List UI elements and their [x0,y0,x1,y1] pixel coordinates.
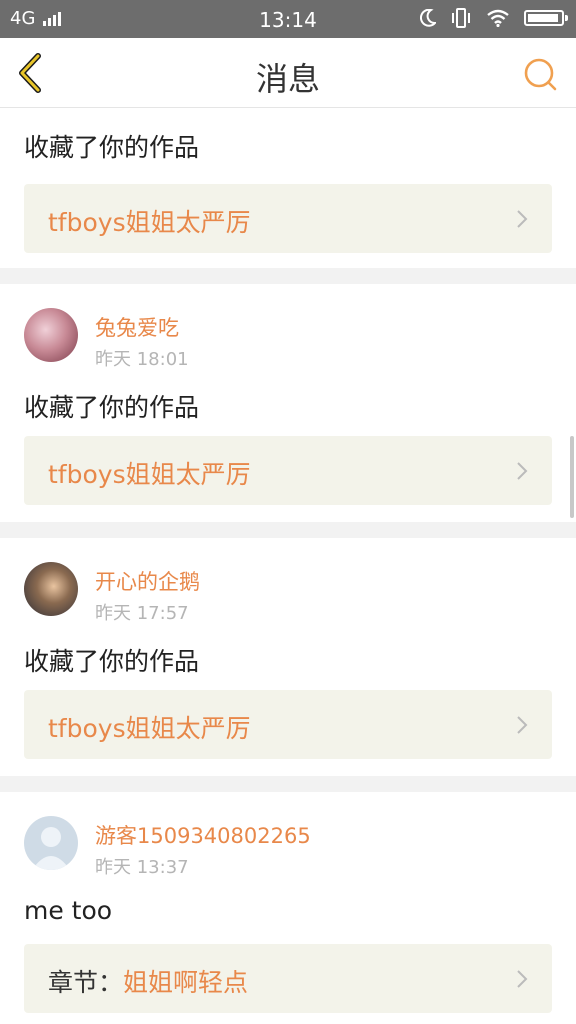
work-link[interactable]: tfboys姐姐太严厉 [24,690,552,759]
chevron-right-icon [517,716,528,734]
wifi-icon [487,9,509,27]
chevron-right-icon [517,970,528,988]
message-action: 收藏了你的作品 [24,647,200,676]
search-icon[interactable] [522,56,558,92]
message-action: 收藏了你的作品 [24,133,200,162]
work-link[interactable]: tfboys姐姐太严厉 [24,436,552,505]
work-title: tfboys姐姐太严厉 [48,208,251,237]
nav-bar: 消息 [0,38,576,108]
vibrate-icon [452,8,470,28]
user-name[interactable]: 游客1509340802265 [95,820,311,850]
work-title: tfboys姐姐太严厉 [48,714,251,743]
chevron-right-icon [517,462,528,480]
status-bar: 4G 13:14 [0,0,576,38]
message-card: 游客1509340802265 昨天 13:37 me too 章节：姐姐啊轻点 [0,792,576,1024]
chapter-link[interactable]: 章节：姐姐啊轻点 [24,944,552,1013]
message-card: 收藏了你的作品 tfboys姐姐太严厉 [0,108,576,268]
scrollbar[interactable] [570,436,574,518]
page-title: 消息 [255,60,320,98]
avatar[interactable] [24,308,78,362]
moon-icon [420,9,436,27]
message-time: 昨天 13:37 [95,857,189,878]
user-name[interactable]: 兔兔爱吃 [95,312,179,342]
message-action: me too [24,896,113,925]
default-avatar-icon [32,827,70,870]
message-card: 开心的企鹅 昨天 17:57 收藏了你的作品 tfboys姐姐太严厉 [0,538,576,776]
message-list[interactable]: 收藏了你的作品 tfboys姐姐太严厉 兔兔爱吃 昨天 18:01 收藏了你的作… [0,108,576,1024]
chapter-label: 章节： [48,968,124,997]
message-action: 收藏了你的作品 [24,393,200,422]
user-name[interactable]: 开心的企鹅 [95,566,200,596]
chapter-title: 姐姐啊轻点 [123,968,249,997]
avatar[interactable] [24,562,78,616]
message-card: 兔兔爱吃 昨天 18:01 收藏了你的作品 tfboys姐姐太严厉 [0,284,576,522]
message-time: 昨天 17:57 [95,603,189,624]
battery-icon [524,10,568,26]
chevron-right-icon [517,210,528,228]
message-time: 昨天 18:01 [95,349,189,370]
work-title: tfboys姐姐太严厉 [48,460,251,489]
avatar[interactable] [24,816,78,870]
work-link[interactable]: tfboys姐姐太严厉 [24,184,552,253]
